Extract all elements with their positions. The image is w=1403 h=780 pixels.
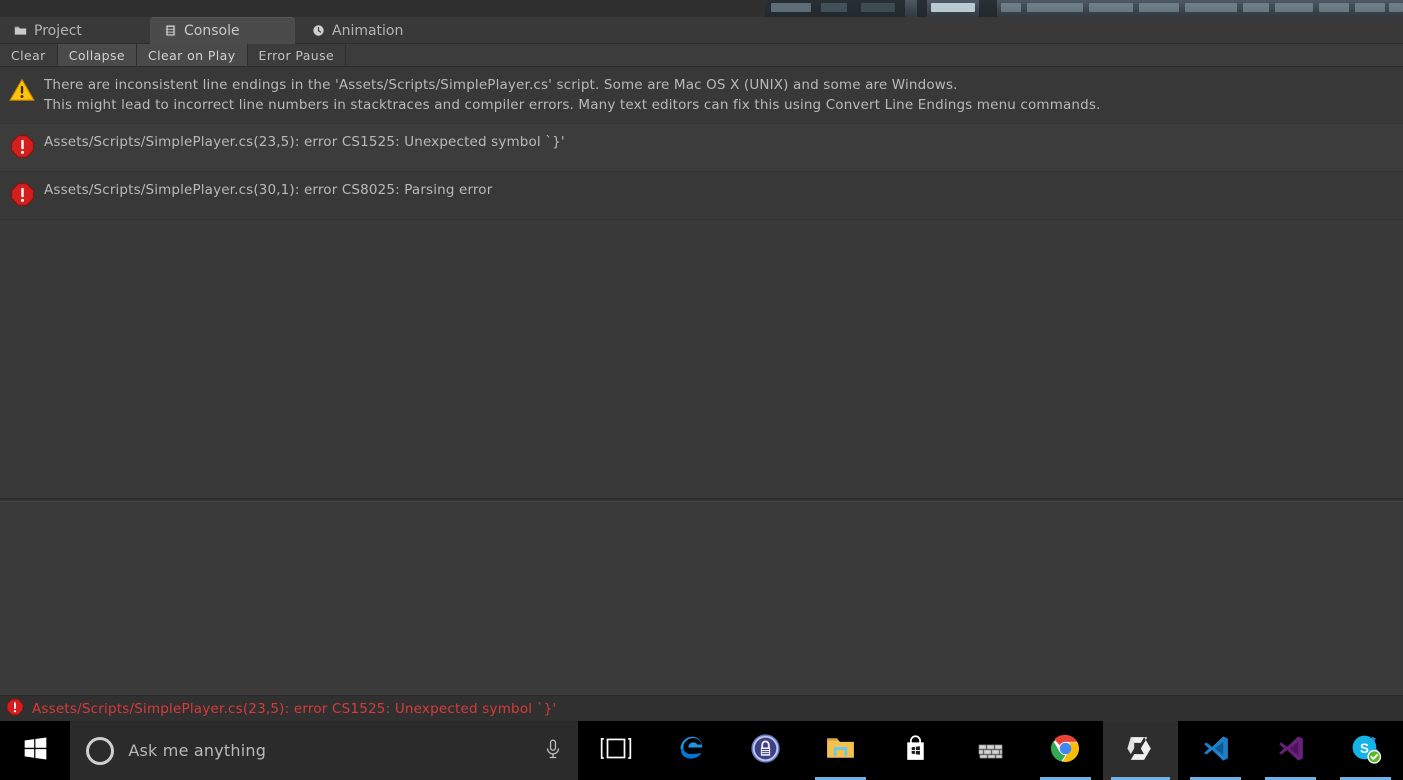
unity-icon — [1124, 732, 1157, 769]
cortana-ring-icon — [86, 736, 115, 765]
microsoft-store-icon — [899, 732, 932, 769]
taskbar-item-microsoft-store[interactable] — [878, 721, 953, 780]
visual-studio-code-icon — [1199, 732, 1232, 769]
console-row-error-2-text: Assets/Scripts/SimplePlayer.cs(30,1): er… — [44, 182, 493, 198]
svg-text:S: S — [1360, 741, 1369, 756]
taskbar-item-microsoft-edge[interactable] — [653, 721, 728, 780]
unity-editor-window: Project Console Animation Clear Collapse… — [0, 0, 1403, 780]
status-bar-message: Assets/Scripts/SimplePlayer.cs(23,5): er… — [32, 700, 557, 717]
taskbar-item-visual-studio-code[interactable] — [1178, 721, 1253, 780]
keepass-lock-icon — [749, 732, 782, 769]
taskbar-item-file-explorer[interactable] — [803, 721, 878, 780]
taskbar-item-windows-firewall[interactable] — [953, 721, 1028, 780]
windows-taskbar: Ask me anything S — [0, 721, 1403, 780]
cortana-search-box[interactable]: Ask me anything — [70, 721, 578, 780]
task-view-icon — [599, 735, 633, 767]
scene-view-left-panel — [0, 0, 765, 17]
console-toolbar: Clear Collapse Clear on Play Error Pause — [0, 44, 1403, 67]
tab-project-label: Project — [34, 22, 82, 39]
editor-status-bar[interactable]: Assets/Scripts/SimplePlayer.cs(23,5): er… — [0, 695, 1403, 721]
tab-console[interactable]: Console — [150, 17, 295, 44]
row-icon-cell — [0, 180, 44, 211]
taskbar-item-task-view[interactable] — [578, 721, 653, 780]
console-row-error-2[interactable]: Assets/Scripts/SimplePlayer.cs(30,1): er… — [0, 172, 1403, 220]
panel-tab-bar: Project Console Animation — [0, 17, 1403, 44]
row-icon-cell — [0, 132, 44, 163]
taskbar-item-keepass[interactable] — [728, 721, 803, 780]
console-row-error-1-text: Assets/Scripts/SimplePlayer.cs(23,5): er… — [44, 134, 565, 150]
error-octagon-icon — [10, 134, 35, 163]
scene-view-preview — [765, 0, 1403, 17]
start-button[interactable] — [0, 721, 71, 780]
folder-icon — [14, 24, 27, 37]
tab-project[interactable]: Project — [0, 17, 150, 44]
console-stacktrace-pane[interactable] — [0, 502, 1403, 695]
visual-studio-icon — [1274, 732, 1307, 769]
taskbar-icon-strip: S — [578, 721, 1403, 780]
collapse-toggle[interactable]: Collapse — [57, 44, 138, 66]
clock-icon — [312, 24, 325, 37]
search-placeholder: Ask me anything — [128, 741, 267, 760]
scene-view-strip — [0, 0, 1403, 17]
console-row-error-1[interactable]: Assets/Scripts/SimplePlayer.cs(23,5): er… — [0, 124, 1403, 172]
windows-logo-icon — [23, 736, 48, 765]
microsoft-edge-icon — [674, 732, 707, 769]
console-row-warning-text: There are inconsistent line endings in t… — [44, 77, 1101, 113]
tab-console-label: Console — [184, 22, 240, 39]
skype-icon: S — [1349, 732, 1382, 769]
error-octagon-icon — [6, 698, 24, 720]
google-chrome-icon — [1049, 732, 1082, 769]
file-explorer-icon — [824, 732, 857, 769]
taskbar-item-visual-studio[interactable] — [1253, 721, 1328, 780]
microphone-icon[interactable] — [542, 738, 564, 764]
clear-button[interactable]: Clear — [0, 44, 58, 66]
console-icon — [164, 24, 177, 37]
windows-firewall-icon — [975, 733, 1007, 769]
taskbar-item-unity[interactable] — [1103, 721, 1178, 780]
error-octagon-icon — [10, 182, 35, 211]
taskbar-item-skype[interactable]: S — [1328, 721, 1403, 780]
tab-animation[interactable]: Animation — [298, 17, 458, 44]
clear-on-play-toggle[interactable]: Clear on Play — [137, 44, 248, 66]
warning-triangle-icon — [9, 77, 35, 107]
toolbar-spacer — [346, 44, 1403, 66]
taskbar-item-google-chrome[interactable] — [1028, 721, 1103, 780]
console-list-empty-area[interactable] — [0, 220, 1403, 480]
tab-animation-label: Animation — [332, 22, 404, 39]
row-icon-cell — [0, 75, 44, 107]
console-row-warning[interactable]: There are inconsistent line endings in t… — [0, 67, 1403, 124]
error-pause-toggle[interactable]: Error Pause — [247, 44, 347, 66]
console-message-list[interactable]: There are inconsistent line endings in t… — [0, 67, 1403, 500]
